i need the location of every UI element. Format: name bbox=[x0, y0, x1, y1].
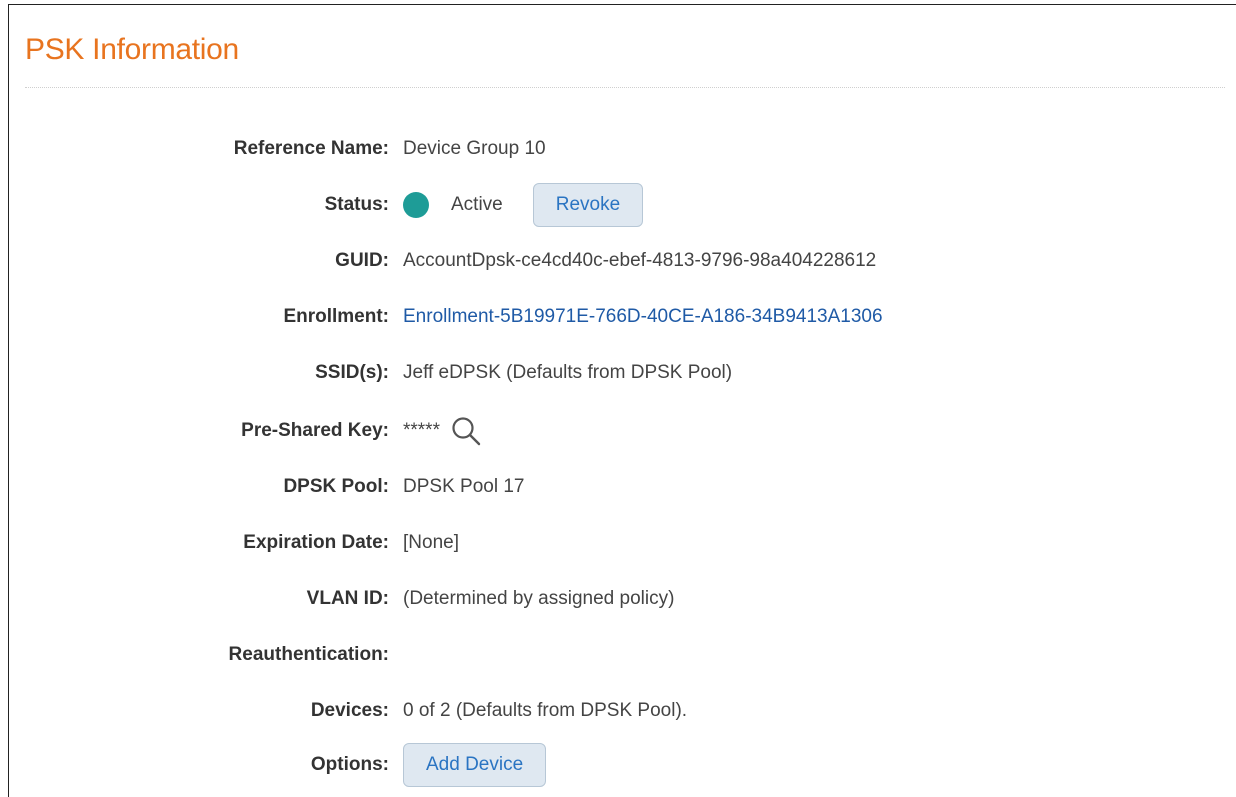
expiration-date-value: [None] bbox=[403, 532, 459, 553]
devices-value: 0 of 2 (Defaults from DPSK Pool). bbox=[403, 700, 688, 721]
vlan-id-value: (Determined by assigned policy) bbox=[403, 588, 675, 609]
revoke-button[interactable]: Revoke bbox=[532, 183, 644, 227]
dpsk-pool-label: DPSK Pool: bbox=[283, 476, 389, 497]
status-value: Active bbox=[451, 194, 503, 215]
pre-shared-key-label: Pre-Shared Key: bbox=[241, 420, 389, 441]
ssids-value: Jeff eDPSK (Defaults from DPSK Pool) bbox=[403, 362, 733, 383]
enrollment-label: Enrollment: bbox=[283, 306, 389, 327]
guid-label: GUID: bbox=[335, 250, 389, 271]
title-divider bbox=[25, 87, 1225, 88]
vlan-id-label: VLAN ID: bbox=[306, 588, 389, 609]
psk-information-panel: PSK Information Reference Name: Device G… bbox=[8, 4, 1236, 797]
enrollment-link[interactable]: Enrollment-5B19971E-766D-40CE-A186-34B94… bbox=[403, 306, 883, 328]
options-value-group: Add Device bbox=[403, 743, 547, 787]
search-icon[interactable] bbox=[450, 415, 482, 447]
pre-shared-key-value-group: ***** bbox=[403, 415, 482, 447]
reference-name-value: Device Group 10 bbox=[403, 138, 546, 159]
reference-name-label: Reference Name: bbox=[233, 138, 389, 159]
pre-shared-key-value: ***** bbox=[403, 420, 440, 441]
status-dot-icon bbox=[403, 192, 429, 218]
status-value-group: Active Revoke bbox=[403, 183, 644, 227]
add-device-button[interactable]: Add Device bbox=[403, 743, 547, 787]
dpsk-pool-value: DPSK Pool 17 bbox=[403, 476, 525, 497]
guid-value: AccountDpsk-ce4cd40c-ebef-4813-9796-98a4… bbox=[403, 250, 877, 271]
ssids-label: SSID(s): bbox=[315, 362, 389, 383]
reauthentication-label: Reauthentication: bbox=[228, 644, 389, 665]
page-title: PSK Information bbox=[25, 33, 239, 66]
devices-label: Devices: bbox=[310, 700, 389, 721]
status-label: Status: bbox=[324, 194, 389, 215]
expiration-date-label: Expiration Date: bbox=[243, 532, 389, 553]
options-label: Options: bbox=[310, 754, 389, 775]
